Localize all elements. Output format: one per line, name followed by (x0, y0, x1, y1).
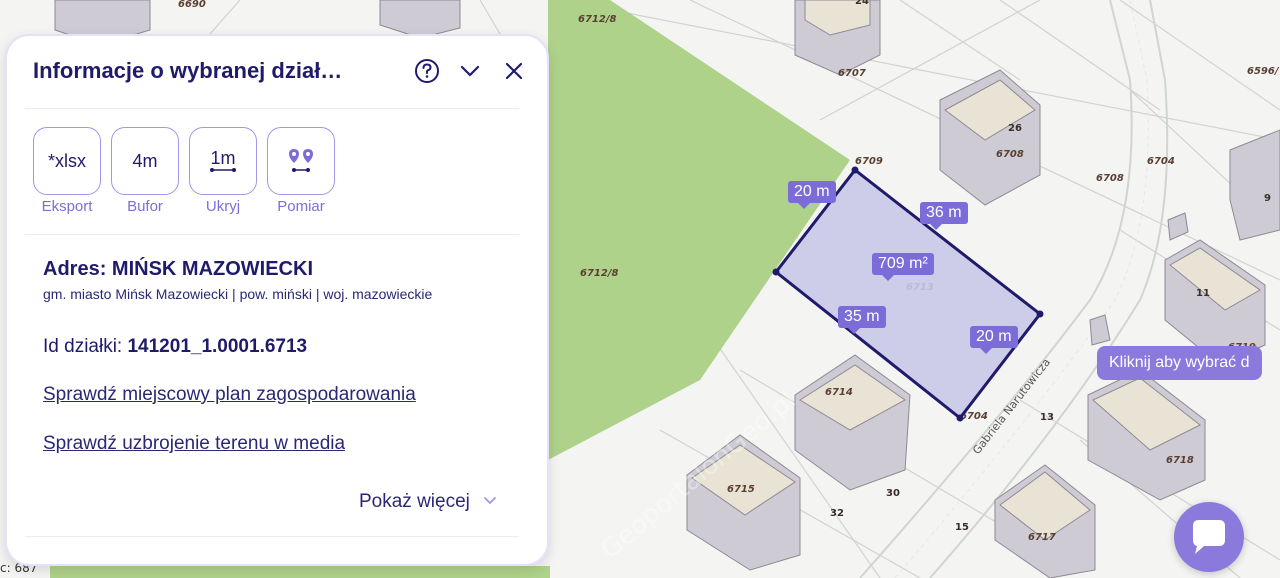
parcel-label: 6714 (825, 387, 853, 398)
measure-button[interactable] (267, 127, 335, 195)
parcel-label: 6718 (1166, 455, 1194, 466)
parcel-label: 6708 (996, 149, 1024, 160)
show-more-button[interactable]: Pokaż więcej (359, 491, 499, 513)
parcel-label: 6715 (727, 484, 755, 495)
tool-label: Ukryj (205, 198, 241, 215)
tool-label: Bufor (127, 198, 163, 215)
chat-button[interactable] (1174, 502, 1244, 572)
house-number: 13 (1040, 412, 1054, 423)
utilities-link[interactable]: Sprawdź uzbrojenie terenu w media (43, 433, 345, 455)
parcel-label: 6690 (178, 0, 206, 10)
address-label: Adres: (43, 258, 112, 280)
location-pins-icon (289, 149, 313, 172)
panel-title: Informacje o wybranej dział… (33, 58, 343, 83)
house-number: 32 (830, 508, 844, 519)
house-number: 15 (955, 522, 969, 533)
parcel-id-label: Id działki: (43, 336, 128, 357)
tool-label: Pomiar (277, 198, 325, 215)
parcel-label: 6596/ (1247, 66, 1280, 77)
xlsx-icon: *xlsx (47, 150, 86, 171)
local-plan-link[interactable]: Sprawdź miejscowy plan zagospodarowania (43, 384, 416, 406)
house-number: 24 (855, 0, 869, 7)
chevron-down-icon[interactable] (455, 56, 485, 86)
measure-ruler-icon: 1m (210, 148, 236, 168)
parcel-label: 6717 (1028, 532, 1056, 543)
parcel-label: 6709 (855, 156, 883, 167)
close-icon[interactable] (499, 56, 529, 86)
buffer-button[interactable]: 4m (111, 127, 179, 195)
house-number: 30 (886, 488, 900, 499)
parcel-id: Id działki: 141201_1.0001.6713 (43, 336, 307, 358)
parcel-area-label: 709 m² (872, 253, 934, 281)
address: Adres: MIŃSK MAZOWIECKI (43, 258, 313, 281)
buffer-icon: 4m (132, 150, 158, 171)
parcel-label: 6712/8 (580, 268, 618, 279)
parcel-label: 6704 (1147, 156, 1175, 167)
chevron-down-icon (484, 497, 497, 505)
parcel-label: 6708 (1096, 173, 1124, 184)
parcel-label: 6707 (838, 68, 866, 79)
tool-label: Eksport (41, 198, 93, 215)
edge-length-label: 20 m (970, 326, 1018, 354)
select-hint-tooltip: Kliknij aby wybrać d (1097, 346, 1262, 380)
house-number: 9 (1264, 193, 1271, 204)
chat-bubble-icon (1193, 520, 1225, 554)
house-number: 11 (1196, 288, 1210, 299)
edge-length-label: 20 m (788, 181, 836, 209)
parcel-label: 6712/8 (578, 14, 616, 25)
administrative-units: gm. miasto Mińsk Mazowiecki | pow. mińsk… (43, 286, 433, 302)
parcel-id-value: 141201_1.0001.6713 (127, 336, 308, 357)
edge-length-label: 36 m (920, 202, 968, 230)
show-more-label: Pokaż więcej (359, 491, 470, 512)
hide-measurements-button[interactable]: 1m (189, 127, 257, 195)
edge-length-label: 35 m (838, 306, 886, 334)
house-number: 26 (1008, 123, 1022, 134)
export-xlsx-button[interactable]: *xlsx (33, 127, 101, 195)
address-value: MIŃSK MAZOWIECKI (111, 258, 313, 280)
parcel-info-panel: Informacje o wybranej dział… *xlsx Ekspo… (5, 34, 549, 566)
help-icon[interactable] (412, 56, 442, 86)
